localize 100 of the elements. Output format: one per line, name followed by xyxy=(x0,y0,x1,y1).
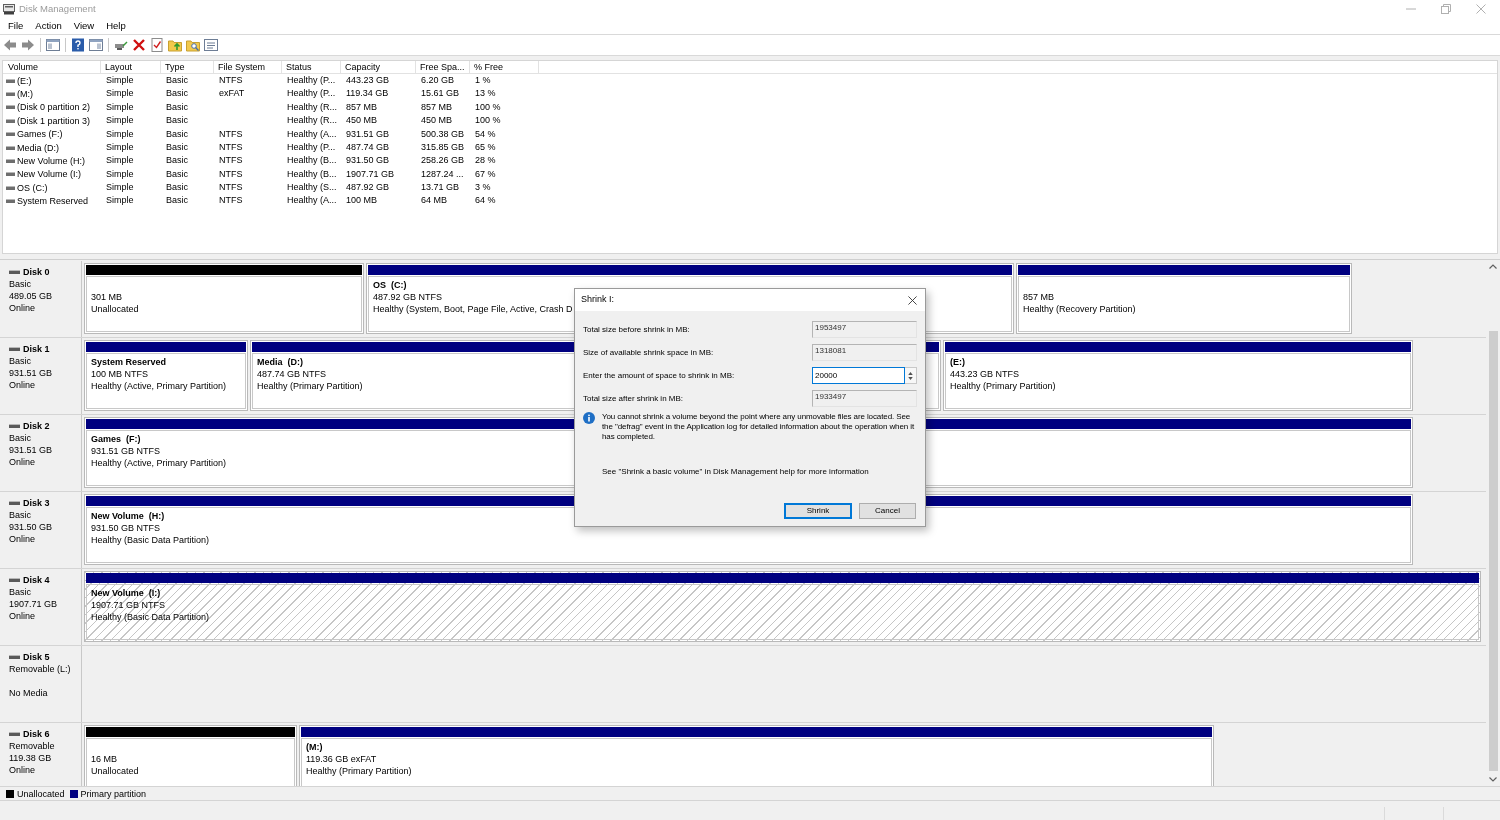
table-cell: Games (F:) xyxy=(17,128,63,141)
table-cell: 857 MB xyxy=(346,101,378,112)
partition-status: Healthy (Active, Primary Partition) xyxy=(91,380,227,392)
partition-size: 100 MB NTFS xyxy=(91,368,148,380)
partition-size: 1907.71 GB NTFS xyxy=(91,599,166,611)
table-cell: 64 % xyxy=(475,195,496,206)
table-cell: Healthy (A... xyxy=(287,128,337,139)
readonly-value-field: 1933497 xyxy=(812,390,917,407)
table-cell: exFAT xyxy=(219,88,245,99)
dialog-title: Shrink I: xyxy=(581,293,614,307)
table-cell: Healthy (P... xyxy=(287,88,336,99)
table-cell: New Volume (I:) xyxy=(17,168,82,181)
partition-name: OS (C:) xyxy=(373,279,407,291)
table-cell: (Disk 1 partition 3) xyxy=(17,114,91,127)
table-cell: Healthy (P... xyxy=(287,74,336,85)
table-cell: Simple xyxy=(106,155,134,166)
disk-name: Disk 2 xyxy=(23,420,50,432)
table-cell: Healthy (R... xyxy=(287,115,337,126)
partition-size: 931.50 GB NTFS xyxy=(91,522,161,534)
disk-status: Online xyxy=(9,610,35,622)
disk-status: Online xyxy=(9,302,35,314)
disk-type: Basic xyxy=(9,355,31,367)
partition-name: New Volume (H:) xyxy=(91,510,165,522)
table-cell: NTFS xyxy=(219,141,243,152)
table-cell: Healthy (S... xyxy=(287,182,337,193)
partition-size: 16 MB xyxy=(91,753,117,765)
table-cell: 450 MB xyxy=(421,115,453,126)
table-cell: Basic xyxy=(166,168,188,179)
partition-size: 487.92 GB NTFS xyxy=(373,291,443,303)
field-label: Total size before shrink in MB: xyxy=(583,323,690,336)
table-cell: Simple xyxy=(106,195,134,206)
partition-status: Healthy (Basic Data Partition) xyxy=(91,534,210,546)
disk-size: 931.51 GB xyxy=(9,367,53,379)
window-title: Disk Management xyxy=(19,1,96,16)
disk-type: Basic xyxy=(9,509,31,521)
partition-size: 119.36 GB exFAT xyxy=(306,753,377,765)
table-cell: Basic xyxy=(166,74,188,85)
partition-status: Healthy (Primary Partition) xyxy=(950,380,1056,392)
table-cell: NTFS xyxy=(219,168,243,179)
table-cell: Basic xyxy=(166,115,188,126)
partition-status: Healthy (Recovery Partition) xyxy=(1023,303,1136,315)
table-cell: Healthy (B... xyxy=(287,168,337,179)
disk-status: Online xyxy=(9,764,35,776)
table-cell: 931.50 GB xyxy=(346,155,390,166)
table-cell: 3 % xyxy=(475,182,491,193)
table-cell: Simple xyxy=(106,141,134,152)
disk-size: 931.51 GB xyxy=(9,444,53,456)
table-cell: 100 % xyxy=(475,115,501,126)
field-label: Total size after shrink in MB: xyxy=(583,392,684,405)
table-cell: 931.51 GB xyxy=(346,128,390,139)
table-cell: 100 % xyxy=(475,101,501,112)
disk-type: Basic xyxy=(9,278,31,290)
table-cell: Media (D:) xyxy=(17,141,59,154)
table-cell: NTFS xyxy=(219,182,243,193)
table-cell: (M:) xyxy=(17,88,33,101)
table-cell: 28 % xyxy=(475,155,496,166)
table-cell: NTFS xyxy=(219,74,243,85)
table-cell: 1287.24 ... xyxy=(421,168,464,179)
disk-name: Disk 6 xyxy=(23,728,50,740)
table-cell: 487.92 GB xyxy=(346,182,390,193)
partition-status: Healthy (System, Boot, Page File, Active, Crash D xyxy=(373,303,573,315)
disk-type: Removable (L:) xyxy=(9,663,71,675)
table-cell: 1 % xyxy=(475,74,491,85)
table-cell: 450 MB xyxy=(346,115,378,126)
help-text: See "Shrink a basic volume" in Disk Management help for more information xyxy=(602,467,869,477)
partition-status: Unallocated xyxy=(91,303,139,315)
partition-status: Healthy (Basic Data Partition) xyxy=(91,611,210,623)
table-cell: Simple xyxy=(106,128,134,139)
table-cell: Simple xyxy=(106,115,134,126)
table-cell: 54 % xyxy=(475,128,496,139)
table-cell: OS (C:) xyxy=(17,181,48,194)
table-cell: 6.20 GB xyxy=(421,74,455,85)
disk-name: Disk 5 xyxy=(23,651,50,663)
table-cell: 315.85 GB xyxy=(421,141,465,152)
table-cell: Simple xyxy=(106,182,134,193)
table-cell: 100 MB xyxy=(346,195,378,206)
field-label: Size of available shrink space in MB: xyxy=(583,346,714,359)
partition-size: 443.23 GB NTFS xyxy=(950,368,1020,380)
legend-label: Unallocated xyxy=(17,787,65,800)
table-cell: 1907.71 GB xyxy=(346,168,395,179)
table-cell: Basic xyxy=(166,195,188,206)
table-cell: NTFS xyxy=(219,195,243,206)
partition-name: (E:) xyxy=(950,356,965,368)
partition-size: 931.51 GB NTFS xyxy=(91,445,161,457)
legend-label: Primary partition xyxy=(80,787,147,800)
disk-status: Online xyxy=(9,379,35,391)
disk-name: Disk 0 xyxy=(23,266,50,278)
readonly-value-field: 1953497 xyxy=(812,321,917,338)
table-cell: 258.26 GB xyxy=(421,155,465,166)
partition-name: System Reserved xyxy=(91,356,167,368)
disk-size: 931.50 GB xyxy=(9,521,53,533)
partition-name: (M:) xyxy=(306,741,323,753)
table-cell: 13 % xyxy=(475,88,496,99)
table-cell: NTFS xyxy=(219,128,243,139)
partition-size: 487.74 GB NTFS xyxy=(257,368,327,380)
disk-status: Online xyxy=(9,456,35,468)
table-cell: Healthy (B... xyxy=(287,155,337,166)
table-cell: Basic xyxy=(166,182,188,193)
table-cell: Basic xyxy=(166,101,188,112)
partition-name: Games (F:) xyxy=(91,433,141,445)
